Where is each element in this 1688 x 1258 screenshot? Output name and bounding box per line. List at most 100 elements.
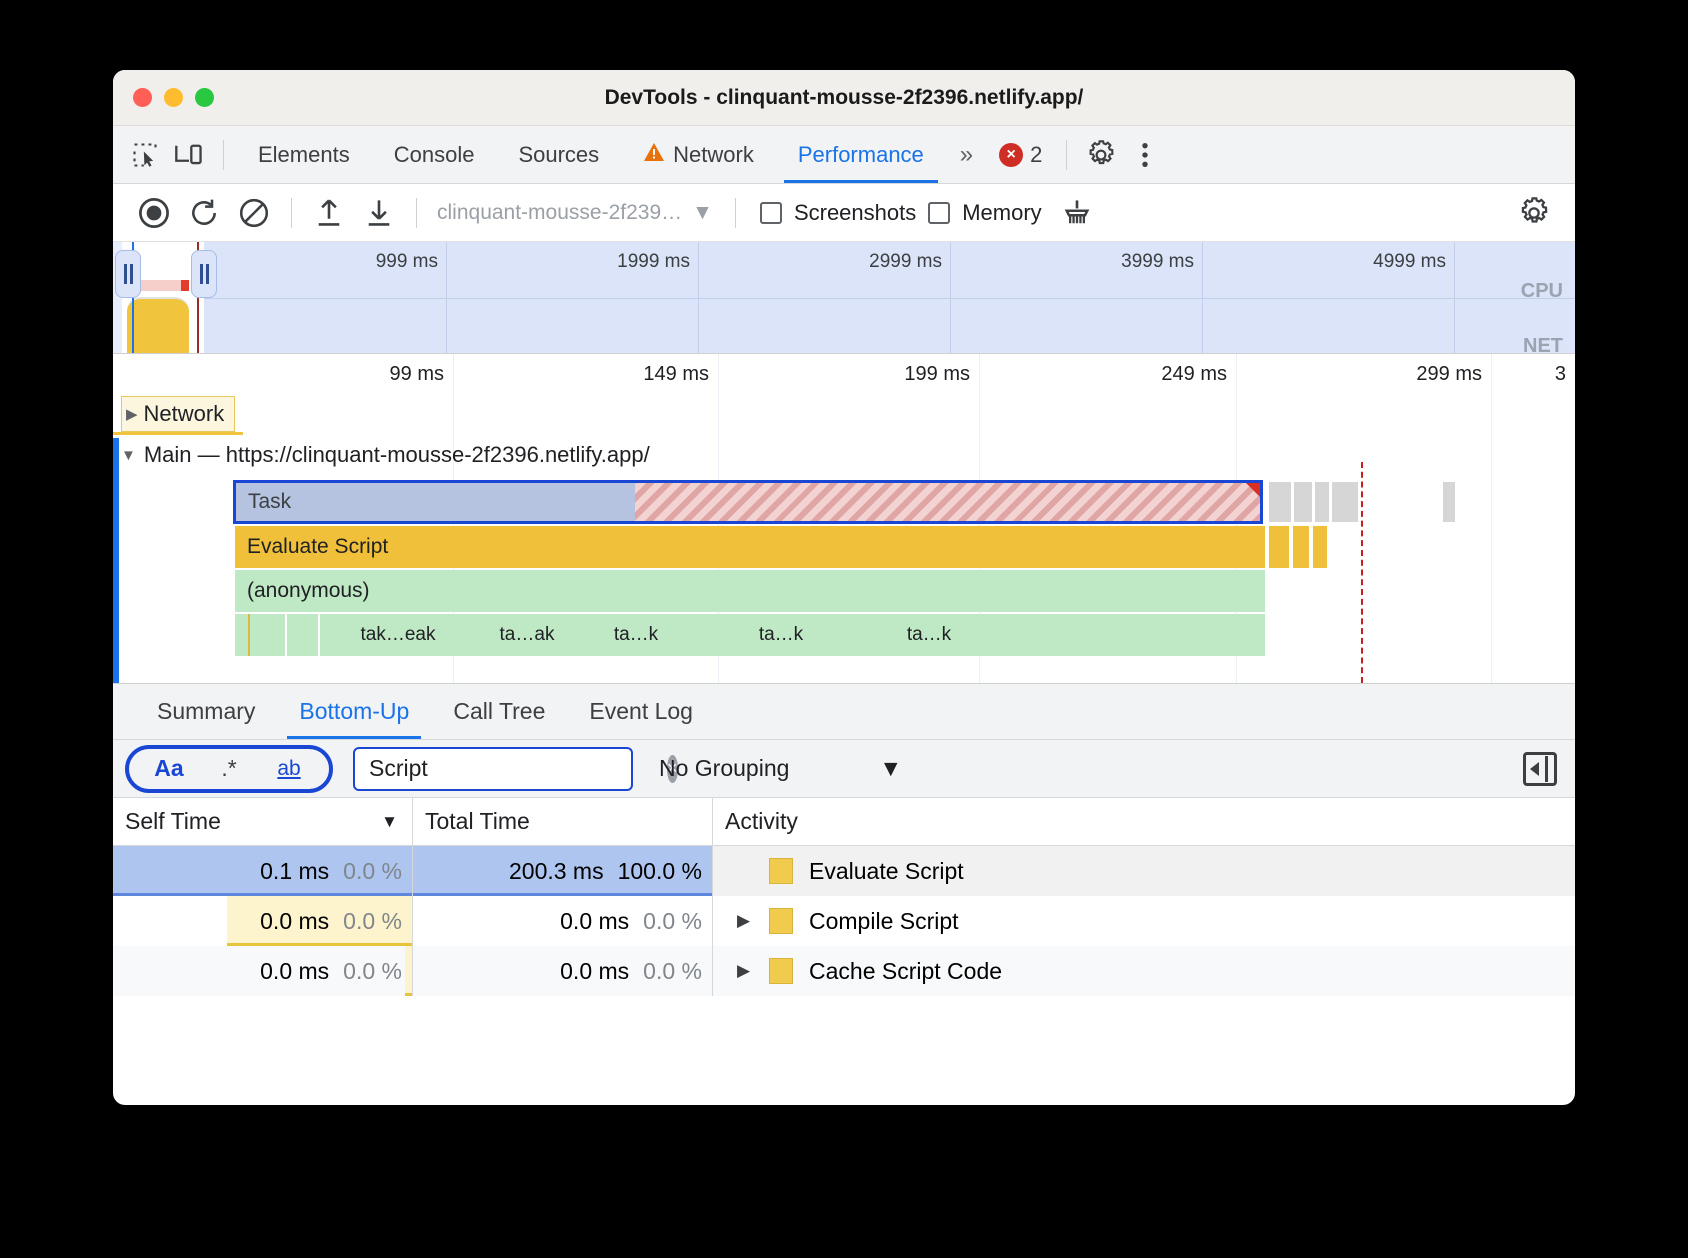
- capture-settings-gear-icon[interactable]: [1509, 190, 1559, 236]
- checkbox-box: [759, 201, 782, 224]
- flame-chart[interactable]: 99 ms 149 ms 199 ms 249 ms 299 ms 3 ▶ Ne…: [113, 354, 1575, 684]
- filter-toolbar: Aa .* ab × No Grouping ▼: [113, 740, 1575, 798]
- perfbar-divider-2: [416, 197, 417, 228]
- clear-recording-icon[interactable]: [229, 190, 279, 236]
- activity-label: Evaluate Script: [809, 857, 964, 884]
- tab-console[interactable]: Console: [372, 126, 497, 183]
- chevron-down-icon: ▼: [692, 200, 713, 224]
- download-profile-icon[interactable]: [354, 190, 404, 236]
- flame-bar-tak3[interactable]: ta…k: [881, 614, 977, 656]
- flame-bar-anonymous[interactable]: (anonymous): [235, 570, 1265, 612]
- column-header-total-time[interactable]: Total Time: [413, 798, 713, 845]
- network-track-line: [113, 432, 243, 435]
- self-time-percent: 0.0 %: [343, 957, 402, 984]
- flame-bar-taak[interactable]: ta…ak: [473, 614, 581, 656]
- flame-bar-task-small[interactable]: [1332, 482, 1358, 522]
- flame-bar-task-small[interactable]: [1443, 482, 1455, 522]
- tab-performance[interactable]: Performance: [776, 126, 946, 183]
- tab-elements[interactable]: Elements: [236, 126, 372, 183]
- device-toolbar-icon[interactable]: [167, 133, 211, 177]
- self-time-heat-bar: [404, 946, 412, 996]
- tab-label: Elements: [258, 141, 350, 167]
- regex-button[interactable]: .*: [199, 749, 259, 789]
- grouping-select[interactable]: No Grouping ▼: [659, 755, 902, 782]
- expand-triangle-icon[interactable]: ▶: [737, 961, 753, 981]
- flame-tick: 3: [1554, 363, 1566, 385]
- tab-label: Summary: [157, 698, 256, 724]
- flame-bar-eval-small[interactable]: [1269, 526, 1289, 568]
- column-header-self-time[interactable]: Self Time ▼: [113, 798, 413, 845]
- tab-summary[interactable]: Summary: [135, 684, 277, 739]
- flame-bar-task-small[interactable]: [1315, 482, 1329, 522]
- more-tabs-icon[interactable]: »: [946, 141, 987, 169]
- panel-tabs: Elements Console Sources Network Perform…: [236, 126, 946, 183]
- cell-self-time: 0.0 ms 0.0 %: [113, 896, 413, 946]
- flame-bar-eval-small[interactable]: [1313, 526, 1327, 568]
- flame-tickmark: [248, 614, 250, 656]
- flame-bar-tak1[interactable]: ta…k: [591, 614, 681, 656]
- flame-bar-label: ta…k: [758, 624, 804, 645]
- flame-bar-task-small[interactable]: [1269, 482, 1291, 522]
- screenshots-checkbox[interactable]: Screenshots: [759, 200, 916, 226]
- recording-selector[interactable]: clinquant-mousse-2f239… ▼: [437, 201, 713, 225]
- tab-label: Sources: [518, 141, 600, 167]
- tab-event-log[interactable]: Event Log: [567, 684, 715, 739]
- kebab-menu-icon[interactable]: [1123, 133, 1167, 177]
- upload-profile-icon[interactable]: [304, 190, 354, 236]
- overview-gridline: [446, 242, 447, 353]
- collapse-triangle-icon[interactable]: ▼: [121, 447, 136, 464]
- zoom-button[interactable]: [195, 88, 214, 107]
- table-row[interactable]: 0.0 ms 0.0 % 0.0 ms 0.0 % ▶ Cache Script…: [113, 946, 1575, 996]
- flame-bar-takeak[interactable]: tak…eak: [333, 614, 463, 656]
- show-sidebar-toggle-icon[interactable]: [1523, 751, 1557, 786]
- overview-gridline: [698, 242, 699, 353]
- gear-icon[interactable]: [1079, 133, 1123, 177]
- expand-triangle-icon[interactable]: ▶: [126, 405, 138, 423]
- overview-right-handle[interactable]: [191, 250, 217, 298]
- match-case-button[interactable]: Aa: [139, 749, 199, 789]
- self-time-percent: 0.0 %: [343, 907, 402, 934]
- expand-triangle-icon[interactable]: ▶: [737, 911, 753, 931]
- tab-label: Console: [393, 141, 475, 167]
- reload-and-record-icon[interactable]: [179, 190, 229, 236]
- main-track-indicator: [113, 438, 119, 683]
- network-group-label: Network: [143, 401, 225, 426]
- main-group-label: Main — https://clinquant-mousse-2f2396.n…: [143, 442, 650, 467]
- flame-bar-task-small[interactable]: [1294, 482, 1312, 522]
- tab-network[interactable]: Network: [621, 126, 776, 183]
- flame-bar-tak2[interactable]: ta…k: [733, 614, 829, 656]
- flame-bar-eval-small[interactable]: [1293, 526, 1309, 568]
- record-button[interactable]: [129, 190, 179, 236]
- long-task-hatch: [635, 483, 1260, 521]
- tab-sources[interactable]: Sources: [496, 126, 621, 183]
- search-input[interactable]: [367, 754, 667, 783]
- tab-bottom-up[interactable]: Bottom-Up: [277, 684, 431, 739]
- error-count-badge[interactable]: × 2: [987, 142, 1054, 168]
- flame-bar-label: ta…ak: [499, 624, 555, 645]
- cell-activity: Evaluate Script: [713, 846, 1575, 896]
- flame-gridline: [1491, 354, 1492, 683]
- flame-tick: 99 ms: [389, 363, 444, 385]
- overview-tick: 999 ms: [375, 251, 438, 272]
- tab-call-tree[interactable]: Call Tree: [431, 684, 567, 739]
- flame-bar-task[interactable]: Task: [233, 480, 1263, 524]
- overview-left-handle[interactable]: [115, 250, 141, 298]
- flame-group-main[interactable]: ▼ Main — https://clinquant-mousse-2f2396…: [121, 442, 650, 468]
- overview-net-label: NET: [1523, 335, 1563, 354]
- activity-label: Compile Script: [809, 907, 959, 934]
- timeline-overview[interactable]: 999 ms 1999 ms 2999 ms 3999 ms 4999 ms C…: [113, 242, 1575, 354]
- table-row[interactable]: 0.0 ms 0.0 % 0.0 ms 0.0 % ▶ Compile Scri…: [113, 896, 1575, 946]
- minimize-button[interactable]: [164, 88, 183, 107]
- whole-word-button[interactable]: ab: [259, 749, 319, 789]
- flame-bar-evaluate-script[interactable]: Evaluate Script: [235, 526, 1265, 568]
- flame-group-network[interactable]: ▶ Network: [121, 396, 236, 432]
- collect-garbage-icon[interactable]: [1052, 190, 1102, 236]
- inspect-element-icon[interactable]: [123, 133, 167, 177]
- filter-search-box[interactable]: ×: [353, 746, 678, 791]
- close-button[interactable]: [133, 88, 152, 107]
- overview-tick: 1999 ms: [617, 251, 690, 272]
- scripting-color-swatch: [769, 908, 793, 934]
- memory-checkbox[interactable]: Memory: [928, 200, 1042, 226]
- table-row[interactable]: 0.1 ms 0.0 % 200.3 ms 100.0 % Evaluate S…: [113, 846, 1575, 896]
- column-header-activity[interactable]: Activity: [713, 798, 1575, 845]
